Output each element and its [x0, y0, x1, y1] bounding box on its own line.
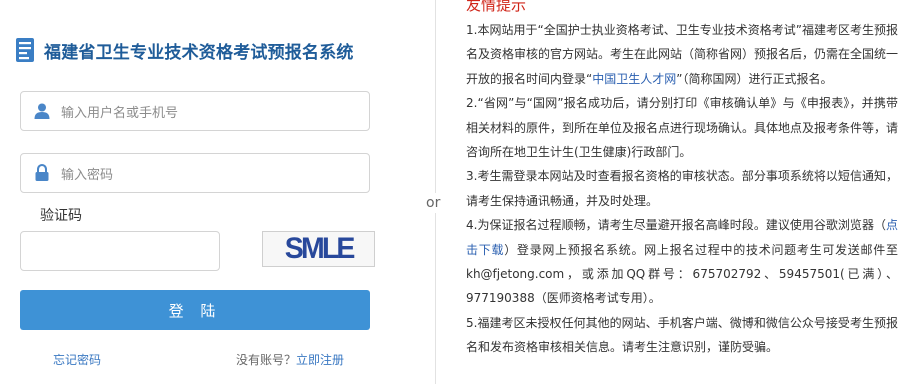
tip-item: 1.本网站用于“全国护士执业资格考试、卫生专业技术资格考试”福建考区考生预报名及…: [466, 23, 898, 86]
login-panel: 福建省卫生专业技术资格考试预报名系统 输入用户名或手机号 输入密码 验证码 SM…: [0, 0, 420, 384]
tips-title: 友情提示: [466, 0, 527, 14]
system-title: 福建省卫生专业技术资格考试预报名系统: [44, 42, 354, 63]
username-placeholder: 输入用户名或手机号: [61, 105, 179, 121]
tips-list: 1.本网站用于“全国护士执业资格考试、卫生专业技术资格考试”福建考区考生预报名及…: [466, 18, 898, 360]
captcha-text: SMLE: [284, 232, 356, 265]
captcha-label: 验证码: [40, 208, 82, 224]
captcha-input[interactable]: [20, 231, 220, 271]
register-prompt: 没有账号？立即注册: [236, 351, 344, 368]
tip-item: 2.“省网”与“国网”报名成功后，请分别打印《审核确认单》与《申报表》，并携带相…: [466, 96, 898, 160]
guowang-link[interactable]: 中国卫生人才网: [592, 72, 676, 86]
captcha-image[interactable]: SMLE: [262, 231, 375, 267]
document-icon: [16, 38, 34, 62]
tip-item: 3.考生需登录本网站及时查看报名资格的审核状态。部分事项系统将以短信通知，请考生…: [466, 169, 898, 208]
forgot-password-link[interactable]: 忘记密码: [53, 351, 101, 368]
tip-item: 4.为保证报名过程顺畅，请考生尽量避开报名高峰时段。建议使用谷歌浏览器（点击下载…: [466, 218, 898, 306]
password-field[interactable]: 输入密码: [20, 153, 370, 193]
brand-header: 福建省卫生专业技术资格考试预报名系统: [14, 36, 354, 64]
register-link[interactable]: 立即注册: [296, 353, 344, 367]
tip-item: 5.福建考区未授权任何其他的网站、手机客户端、微博和微信公众号接受考生预报名和发…: [466, 315, 898, 355]
tips-panel: 友情提示 1.本网站用于“全国护士执业资格考试、卫生专业技术资格考试”福建考区考…: [466, 0, 898, 384]
or-label: or: [426, 193, 441, 213]
vertical-divider: [435, 0, 436, 384]
no-account-text: 没有账号？: [236, 353, 297, 367]
user-icon: [27, 92, 57, 130]
lock-icon: [27, 154, 57, 192]
username-field[interactable]: 输入用户名或手机号: [20, 91, 370, 131]
login-button[interactable]: 登 陆: [20, 290, 370, 330]
password-placeholder: 输入密码: [61, 167, 114, 183]
